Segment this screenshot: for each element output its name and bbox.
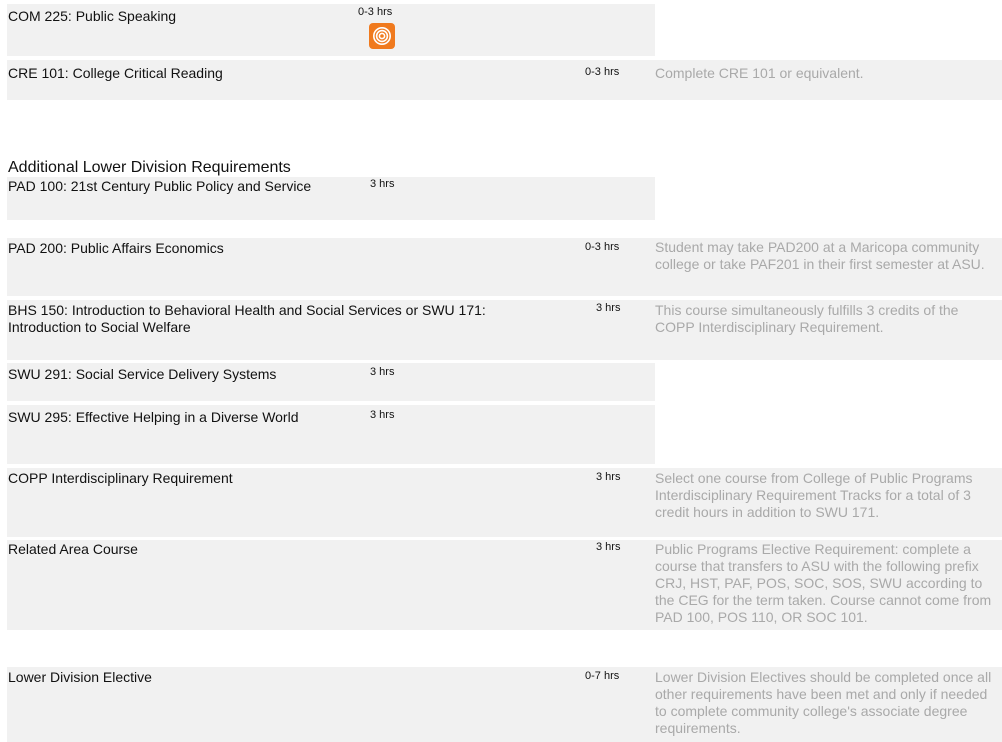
course-hours: 3 hrs — [596, 541, 621, 553]
course-hours: 3 hrs — [370, 409, 395, 421]
section-heading: Additional Lower Division Requirements — [8, 159, 291, 176]
course-hours: 0-7 hrs — [585, 670, 620, 682]
course-row: CRE 101: College Critical Reading 0-3 hr… — [7, 60, 1002, 100]
course-name: CRE 101: College Critical Reading — [8, 65, 223, 81]
course-name: Related Area Course — [8, 541, 138, 557]
course-note: Public Programs Elective Requirement: co… — [655, 541, 992, 625]
course-note: Student may take PAD200 at a Maricopa co… — [655, 239, 985, 272]
course-row: COPP Interdisciplinary Requirement 3 hrs… — [7, 468, 1002, 537]
course-name: Lower Division Elective — [8, 669, 152, 685]
course-name: COPP Interdisciplinary Requirement — [8, 470, 233, 486]
course-hours: 3 hrs — [596, 471, 621, 483]
course-row: SWU 291: Social Service Delivery Systems… — [7, 363, 655, 401]
course-hours: 0-3 hrs — [585, 241, 620, 253]
course-hours: 3 hrs — [370, 366, 395, 378]
course-hours: 0-3 hrs — [585, 66, 620, 78]
course-row: Related Area Course 3 hrs Public Program… — [7, 540, 1002, 630]
course-row: PAD 200: Public Affairs Economics 0-3 hr… — [7, 238, 1002, 296]
course-name: COM 225: Public Speaking — [8, 8, 177, 24]
course-hours: 0-3 hrs — [358, 6, 393, 18]
course-name: SWU 295: Effective Helping in a Diverse … — [8, 409, 299, 425]
course-name: BHS 150: Introduction to Behavioral Heal… — [8, 302, 486, 335]
course-note: Select one course from College of Public… — [655, 470, 973, 520]
course-note: Lower Division Electives should be compl… — [655, 669, 992, 736]
course-row: COM 225: Public Speaking 0-3 hrs — [7, 4, 655, 56]
orange-target-icon[interactable] — [369, 23, 395, 49]
course-note: Complete CRE 101 or equivalent. — [655, 65, 864, 81]
course-row: BHS 150: Introduction to Behavioral Heal… — [7, 300, 1002, 360]
course-name: SWU 291: Social Service Delivery Systems — [8, 366, 277, 382]
course-hours: 3 hrs — [596, 302, 621, 314]
course-row: PAD 100: 21st Century Public Policy and … — [7, 177, 655, 220]
course-name: PAD 200: Public Affairs Economics — [8, 240, 224, 256]
course-note: This course simultaneously fulfills 3 cr… — [655, 302, 959, 335]
course-row: SWU 295: Effective Helping in a Diverse … — [7, 405, 655, 464]
course-name: PAD 100: 21st Century Public Policy and … — [8, 178, 312, 194]
course-row: Lower Division Elective 0-7 hrs Lower Di… — [7, 667, 1002, 742]
course-hours: 3 hrs — [370, 178, 395, 190]
